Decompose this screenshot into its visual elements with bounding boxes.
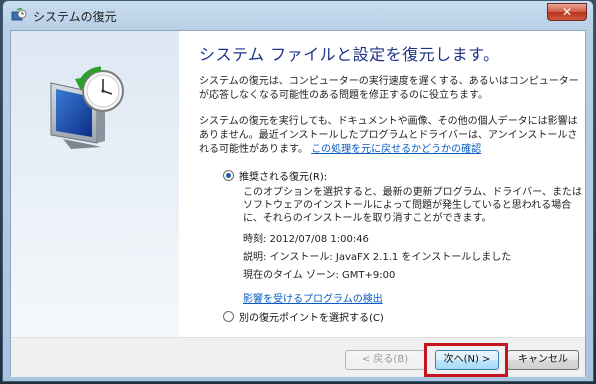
undo-check-link[interactable]: この処理を元に戻せるかどうかの確認: [311, 144, 481, 155]
recommended-restore-option[interactable]: 推奨される復元(R):: [223, 168, 327, 183]
dialog-client-area: システム ファイルと設定を復元します。 システムの復元は、コンピューターの実行速…: [10, 30, 586, 377]
button-bar: < 戻る(B) 次へ(N) > キャンセル: [11, 337, 585, 377]
other-restore-radio[interactable]: [223, 311, 234, 322]
window-title: システムの復元: [33, 10, 117, 24]
title-bar[interactable]: システムの復元 ✕: [3, 1, 593, 31]
other-restore-label: 別の復元ポイントを選択する(C): [239, 313, 384, 324]
left-panel: [11, 31, 179, 337]
content-panel: システム ファイルと設定を復元します。 システムの復元は、コンピューターの実行速…: [179, 31, 585, 337]
system-restore-title-icon: [11, 8, 27, 24]
close-icon: ✕: [561, 5, 573, 19]
recommended-label: 推奨される復元(R):: [239, 172, 328, 183]
system-restore-icon: [50, 66, 124, 149]
affected-programs-link[interactable]: 影響を受けるプログラムの検出: [243, 293, 383, 306]
intro-paragraph: システムの復元は、コンピューターの実行速度を遅くする、あるいはコンピューターが応…: [199, 76, 579, 101]
cancel-button[interactable]: キャンセル: [507, 350, 579, 370]
restore-description: 説明: インストール: JavaFX 2.1.1 をインストールしました: [243, 252, 512, 263]
recommended-details: このオプションを選択すると、最新の更新プログラム、ドライバー、またはソフトウェア…: [243, 186, 583, 306]
system-restore-window: システムの復元 ✕ システム ファイルと設定を復元します。 システムの復元は、コ…: [2, 0, 594, 382]
page-title: システム ファイルと設定を復元します。: [199, 45, 500, 64]
close-button[interactable]: ✕: [547, 3, 587, 21]
warning-paragraph: システムの復元を実行しても、ドキュメントや画像、その他の個人データには影響はあり…: [199, 115, 579, 157]
restore-time: 時刻: 2012/07/08 1:00:46: [243, 234, 369, 245]
time-zone: 現在のタイム ゾーン: GMT+9:00: [243, 270, 396, 281]
next-button[interactable]: 次へ(N) >: [435, 350, 499, 370]
other-restore-point-option[interactable]: 別の復元ポイントを選択する(C): [223, 309, 384, 324]
recommended-description: このオプションを選択すると、最新の更新プログラム、ドライバー、またはソフトウェア…: [243, 187, 582, 224]
recommended-radio[interactable]: [223, 170, 234, 181]
back-button[interactable]: < 戻る(B): [345, 350, 425, 370]
